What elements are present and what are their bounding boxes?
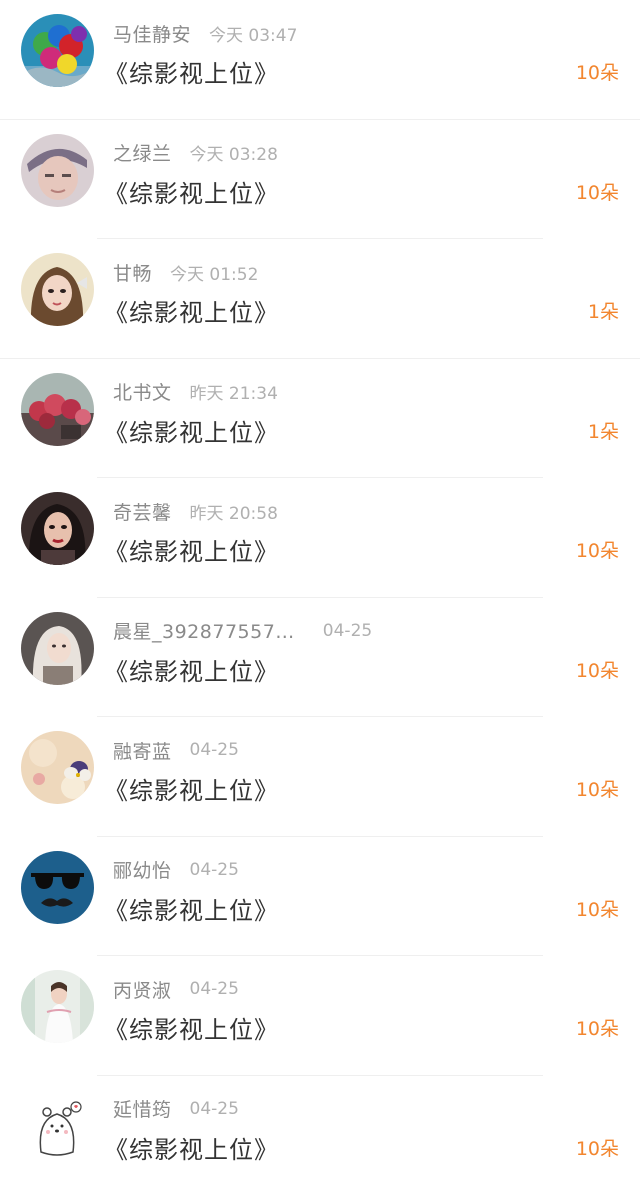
book-title: 《综影视上位》	[104, 777, 279, 805]
balloons-avatar-icon[interactable]	[21, 14, 94, 87]
flower-count: 1朵	[587, 420, 619, 443]
flower-count: 10朵	[575, 659, 619, 682]
flower-count: 10朵	[575, 898, 619, 921]
list-item[interactable]: 融寄蓝 04-25 《综影视上位》 10朵	[0, 717, 640, 837]
book-title: 《综影视上位》	[104, 60, 279, 88]
username[interactable]: 郦幼怡	[113, 856, 172, 883]
item-meta: 奇芸馨 昨天 20:58	[113, 498, 278, 524]
timestamp: 04-25	[322, 620, 373, 641]
item-meta: 甘畅 今天 01:52	[113, 259, 258, 285]
list-item[interactable]: 甘畅 今天 01:52 《综影视上位》 1朵	[0, 239, 640, 359]
list-item[interactable]: 晨星_392877557… 04-25 《综影视上位》 10朵	[0, 598, 640, 717]
bride-avatar-icon[interactable]	[21, 970, 94, 1043]
book-title: 《综影视上位》	[104, 418, 279, 447]
book-title: 《综影视上位》	[104, 179, 279, 208]
flower-count: 10朵	[575, 779, 619, 801]
item-meta: 马佳静安 今天 03:47	[113, 20, 297, 46]
item-meta: 郦幼怡 04-25	[113, 857, 239, 883]
timestamp: 今天 03:28	[189, 145, 278, 165]
item-meta: 北书文 昨天 21:34	[113, 379, 278, 405]
flower-count: 10朵	[575, 1137, 619, 1160]
list-item[interactable]: 郦幼怡 04-25 《综影视上位》 10朵	[0, 837, 640, 956]
timestamp: 04-25	[189, 1098, 239, 1119]
item-meta: 晨星_392877557… 04-25	[113, 618, 372, 644]
item-meta: 丙贤淑 04-25	[113, 976, 239, 1002]
book-title: 《综影视上位》	[104, 1016, 279, 1044]
username[interactable]: 延惜筠	[113, 1095, 172, 1122]
list-item[interactable]: 马佳静安 今天 03:47 《综影视上位》 10朵	[0, 0, 640, 120]
list-item[interactable]: 丙贤淑 04-25 《综影视上位》 10朵	[0, 956, 640, 1076]
username[interactable]: 北书文	[113, 378, 172, 405]
book-title: 《综影视上位》	[104, 1135, 279, 1164]
item-meta: 延惜筠 04-25	[113, 1096, 239, 1122]
timestamp: 昨天 20:58	[189, 503, 278, 524]
timestamp: 04-25	[189, 859, 239, 880]
username[interactable]: 丙贤淑	[113, 976, 172, 1003]
item-meta: 之绿兰 今天 03:28	[113, 140, 278, 166]
sunglasses-avatar-icon[interactable]	[21, 850, 94, 924]
person-avatar-icon[interactable]	[21, 133, 94, 207]
illustration-avatar-icon[interactable]	[21, 611, 94, 685]
pansy-avatar-icon[interactable]	[21, 731, 94, 804]
flower-count: 10朵	[575, 62, 619, 84]
timestamp: 昨天 21:34	[189, 384, 278, 404]
list-item[interactable]: 延惜筠 04-25 《综影视上位》 10朵	[0, 1076, 640, 1180]
girl-avatar-icon[interactable]	[21, 253, 94, 326]
timestamp: 04-25	[189, 740, 239, 760]
book-title: 《综影视上位》	[104, 299, 279, 327]
username[interactable]: 之绿兰	[113, 139, 172, 166]
timestamp: 今天 03:47	[209, 25, 298, 46]
username[interactable]: 晨星_392877557…	[113, 617, 295, 644]
list-item[interactable]: 奇芸馨 昨天 20:58 《综影视上位》 10朵	[0, 478, 640, 598]
item-meta: 融寄蓝 04-25	[113, 737, 239, 763]
username[interactable]: 甘畅	[113, 259, 152, 286]
list-item[interactable]: 之绿兰 今天 03:28 《综影视上位》 10朵	[0, 120, 640, 239]
flower-count: 10朵	[575, 181, 619, 204]
username[interactable]: 融寄蓝	[113, 737, 172, 764]
gift-record-list: 马佳静安 今天 03:47 《综影视上位》 10朵 之绿兰 今天 03:28 《…	[0, 0, 640, 1180]
book-title: 《综影视上位》	[104, 896, 279, 925]
list-item[interactable]: 北书文 昨天 21:34 《综影视上位》 1朵	[0, 359, 640, 478]
username[interactable]: 马佳静安	[113, 20, 191, 47]
bear-avatar-icon[interactable]	[21, 1089, 94, 1163]
flower-count: 10朵	[575, 1018, 619, 1040]
book-title: 《综影视上位》	[104, 657, 279, 686]
timestamp: 今天 01:52	[170, 264, 259, 285]
woman-avatar-icon[interactable]	[21, 492, 94, 565]
book-title: 《综影视上位》	[104, 538, 279, 566]
username[interactable]: 奇芸馨	[113, 498, 172, 525]
timestamp: 04-25	[189, 979, 239, 999]
flower-count: 1朵	[587, 301, 619, 323]
flowers-avatar-icon[interactable]	[21, 372, 94, 446]
flower-count: 10朵	[575, 540, 619, 562]
